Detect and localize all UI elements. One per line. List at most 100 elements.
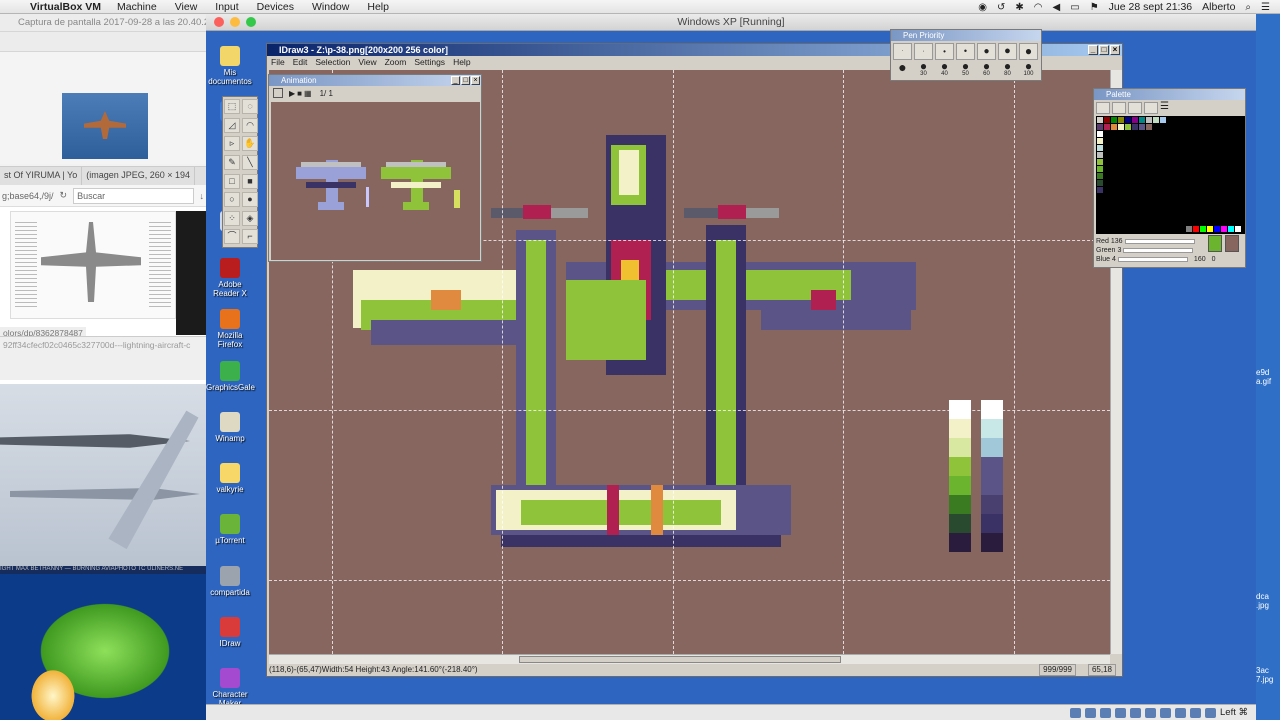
hdd-icon[interactable]	[1070, 707, 1081, 718]
palette-swatch[interactable]	[1104, 124, 1110, 130]
finder-file-2[interactable]: dca .jpg	[1256, 592, 1269, 610]
pen-size-3[interactable]: •	[935, 43, 954, 60]
battery-icon[interactable]: ▭	[1070, 2, 1079, 13]
palette-swatch[interactable]	[1118, 117, 1124, 123]
palette-swatch[interactable]	[1153, 117, 1159, 123]
download-icon[interactable]: ↓	[200, 191, 205, 201]
select-ellipse-tool[interactable]: ◌	[242, 99, 258, 114]
minimize-button[interactable]	[230, 17, 240, 27]
pen-size-1[interactable]: ·	[893, 43, 912, 60]
palette-tool-4[interactable]	[1144, 102, 1158, 114]
menu-view[interactable]: View	[358, 56, 376, 68]
pen-size-5[interactable]: ●	[977, 43, 996, 60]
menu-help[interactable]: Help	[453, 56, 470, 68]
address-fragment[interactable]: g;base64,/9j/	[2, 191, 54, 201]
pen-size-100[interactable]: ● 100	[1019, 60, 1038, 77]
palette-swatch[interactable]	[1228, 226, 1234, 232]
pointer-tool[interactable]: ▹	[224, 136, 240, 152]
menu-devices[interactable]: Devices	[257, 1, 294, 13]
magic-wand-tool[interactable]: ◠	[242, 117, 258, 133]
menu-window[interactable]: Window	[312, 1, 349, 13]
pen-size-60[interactable]: ● 60	[977, 60, 996, 77]
menu-input[interactable]: Input	[215, 1, 238, 13]
pen-size-big[interactable]: ●	[893, 60, 912, 77]
play-icon[interactable]: ▶	[289, 89, 295, 98]
palette-swatch[interactable]	[1160, 117, 1166, 123]
palette-swatch[interactable]	[1200, 226, 1206, 232]
primary-color-swatch[interactable]	[1208, 235, 1222, 252]
palette-swatch[interactable]	[1097, 180, 1103, 186]
grid-icon[interactable]: ▦	[304, 89, 312, 98]
pen-size-40[interactable]: ● 40	[935, 60, 954, 77]
frame-icon[interactable]	[273, 88, 283, 98]
minimize-button[interactable]: _	[1088, 45, 1098, 55]
palette-swatch[interactable]	[1097, 159, 1103, 165]
usb-icon[interactable]	[1130, 707, 1141, 718]
menu-view[interactable]: View	[175, 1, 198, 13]
maximize-button[interactable]: □	[1099, 45, 1109, 55]
palette-swatch[interactable]	[1097, 187, 1103, 193]
scroll-thumb[interactable]	[519, 656, 841, 663]
cpu-icon[interactable]	[1190, 707, 1201, 718]
capture-icon[interactable]	[1175, 707, 1186, 718]
network-icon[interactable]	[1115, 707, 1126, 718]
palette-swatch[interactable]	[1207, 226, 1213, 232]
palette-swatch[interactable]	[1097, 138, 1103, 144]
close-button[interactable]: ×	[1110, 45, 1120, 55]
audio-icon[interactable]	[1100, 707, 1111, 718]
desktop-icon-winamp[interactable]: Winamp	[206, 412, 254, 443]
palette-swatch[interactable]	[1146, 124, 1152, 130]
palette-swatch[interactable]	[1111, 117, 1117, 123]
menu-app-name[interactable]: VirtualBox VM	[30, 1, 101, 13]
fill-ellipse-tool[interactable]: ●	[242, 192, 258, 208]
ellipse-tool[interactable]: ○	[224, 192, 240, 208]
palette-swatch[interactable]	[1186, 226, 1192, 232]
hand-tool[interactable]: ✋	[242, 136, 258, 152]
fill-tool[interactable]: ◈	[242, 210, 258, 226]
maximize-button[interactable]: □	[461, 76, 470, 85]
flag-icon[interactable]: ⚑	[1090, 2, 1099, 13]
volume-icon[interactable]: ◀	[1053, 2, 1061, 13]
palette-menu-icon[interactable]: ☰	[1160, 102, 1174, 114]
desktop-icon-adobe-reader-x[interactable]: Adobe Reader X	[206, 258, 254, 298]
browser-search-input[interactable]: Buscar	[73, 187, 194, 204]
palette-swatch[interactable]	[1118, 124, 1124, 130]
record-icon[interactable]: ◉	[978, 2, 987, 13]
palette-swatch[interactable]	[1235, 226, 1241, 232]
green-slider[interactable]	[1123, 248, 1194, 253]
finder-file-3[interactable]: 3ac 7.jpg	[1256, 666, 1273, 684]
horizontal-scrollbar[interactable]	[269, 654, 1110, 664]
zoom-button[interactable]	[246, 17, 256, 27]
pen-size-4[interactable]: •	[956, 43, 975, 60]
desktop-icon-idraw[interactable]: IDraw	[206, 617, 254, 648]
blue-slider[interactable]	[1117, 257, 1188, 262]
pen-size-50[interactable]: ● 50	[956, 60, 975, 77]
palette-swatch[interactable]	[1097, 124, 1103, 130]
secondary-color-swatch[interactable]	[1225, 235, 1239, 252]
spray-tool[interactable]: ⁘	[224, 210, 240, 226]
red-slider[interactable]	[1124, 239, 1195, 244]
pen-size-2[interactable]: ·	[914, 43, 933, 60]
palette-swatch[interactable]	[1139, 124, 1145, 130]
palette-tool-3[interactable]	[1128, 102, 1142, 114]
menubar-clock[interactable]: Jue 28 sept 21:36	[1109, 1, 1192, 13]
desktop-icon-valkyrie[interactable]: valkyrie	[206, 463, 254, 494]
finder-file-1[interactable]: e9d a.gif	[1256, 368, 1271, 386]
fill-rect-tool[interactable]: ■	[242, 173, 258, 189]
reload-icon[interactable]: ↻	[60, 190, 68, 201]
display-icon[interactable]	[1160, 707, 1171, 718]
stop-icon[interactable]: ■	[297, 89, 302, 98]
optical-icon[interactable]	[1085, 707, 1096, 718]
palette-swatch[interactable]	[1139, 117, 1145, 123]
palette-grid[interactable]	[1096, 116, 1245, 234]
palette-swatch[interactable]	[1104, 117, 1110, 123]
line-tool[interactable]: ╲	[242, 154, 258, 170]
pen-size-6[interactable]: ●	[998, 43, 1017, 60]
text-tool[interactable]: ⌒	[224, 229, 240, 245]
menu-help[interactable]: Help	[367, 1, 389, 13]
palette-swatch[interactable]	[1132, 124, 1138, 130]
menu-list-icon[interactable]: ☰	[1261, 2, 1270, 13]
pen-size-80[interactable]: ● 80	[998, 60, 1017, 77]
pen-size-7[interactable]: ●	[1019, 43, 1038, 60]
desktop-icon-graphicsgale[interactable]: GraphicsGale	[206, 361, 255, 392]
